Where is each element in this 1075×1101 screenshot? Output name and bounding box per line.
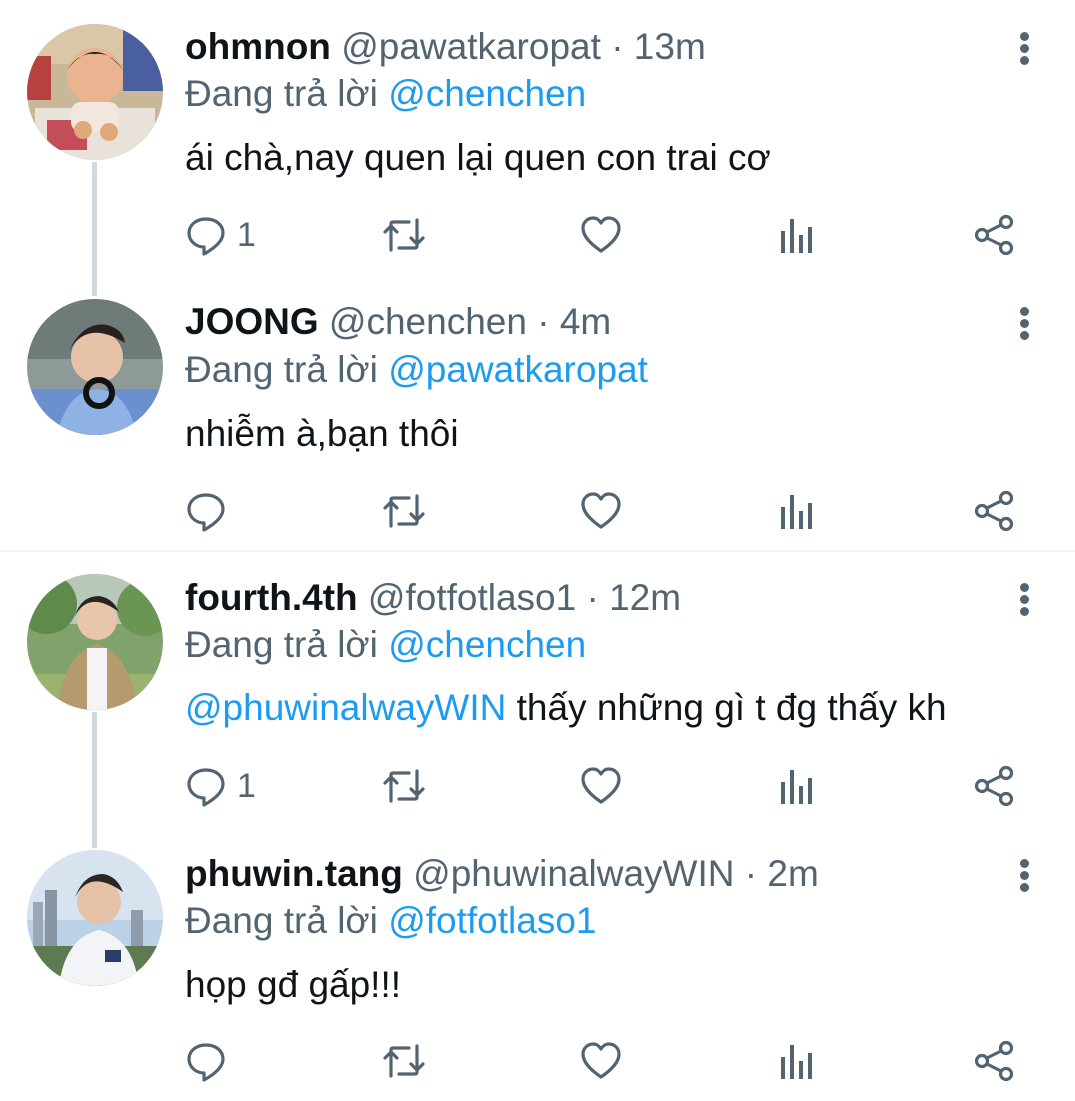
tweet-actions (185, 486, 1035, 536)
analytics-icon (781, 1045, 812, 1079)
replying-to-line: Đang trả lời @pawatkaropat (185, 348, 648, 392)
tweet-text: ái chà,nay quen lại quen con trai cơ (185, 136, 771, 180)
tweet-actions: 1 (185, 761, 1035, 811)
heart-icon (581, 767, 621, 804)
more-options-icon[interactable] (1011, 303, 1039, 343)
avatar[interactable] (27, 850, 163, 986)
tweet[interactable]: JOONG @chenchen · 4m Đang trả lời @pawat… (0, 290, 1075, 550)
share-button[interactable] (973, 210, 1015, 260)
avatar[interactable] (27, 574, 163, 710)
user-handle[interactable]: @chenchen (329, 301, 527, 342)
reply-icon (187, 217, 225, 256)
tweet-body: nhiễm à,bạn thôi (185, 413, 459, 454)
tweet-actions (185, 1036, 1035, 1086)
display-name[interactable]: ohmnon (185, 26, 331, 67)
reply-button[interactable] (185, 486, 237, 536)
heart-icon (581, 1042, 621, 1079)
separator-dot: · (744, 853, 758, 894)
tweet-header: fourth.4th @fotfotlaso1 · 12m (185, 576, 681, 620)
replying-to-mention[interactable]: @chenchen (388, 73, 586, 114)
retweet-button[interactable] (381, 761, 427, 811)
reply-icon (187, 493, 225, 532)
more-options-icon[interactable] (1011, 579, 1039, 619)
share-icon (974, 1040, 1014, 1082)
tweet[interactable]: ohmnon @pawatkaropat · 13m Đang trả lời … (0, 0, 1075, 290)
replying-to-label: Đang trả lời (185, 624, 378, 665)
reply-icon (187, 768, 225, 807)
tweet-header: phuwin.tang @phuwinalwayWIN · 2m (185, 852, 819, 896)
share-button[interactable] (973, 486, 1015, 536)
like-button[interactable] (580, 486, 622, 536)
timestamp[interactable]: 12m (609, 577, 681, 618)
separator-dot: · (537, 301, 550, 342)
timestamp[interactable]: 4m (560, 301, 611, 342)
replying-to-mention[interactable]: @fotfotlaso1 (388, 900, 596, 941)
share-button[interactable] (973, 761, 1015, 811)
user-handle[interactable]: @phuwinalwayWIN (413, 853, 734, 894)
replying-to-mention[interactable]: @chenchen (388, 624, 586, 665)
heart-icon (581, 492, 621, 529)
tweet-body: ái chà,nay quen lại quen con trai cơ (185, 137, 771, 178)
tweet-text: @phuwinalwayWIN thấy những gì t đg thấy … (185, 686, 947, 730)
share-icon (974, 490, 1014, 532)
separator-dot: · (586, 577, 599, 618)
reply-icon (187, 1043, 225, 1082)
tweet-body: họp gđ gấp!!! (185, 964, 402, 1005)
like-button[interactable] (580, 761, 622, 811)
replying-to-line: Đang trả lời @chenchen (185, 72, 586, 116)
heart-icon (581, 216, 621, 253)
analytics-icon (781, 219, 812, 253)
retweet-button[interactable] (381, 210, 427, 260)
reply-button[interactable]: 1 (185, 761, 256, 811)
replying-to-label: Đang trả lời (185, 900, 378, 941)
more-options-icon[interactable] (1011, 28, 1039, 68)
display-name[interactable]: JOONG (185, 301, 319, 342)
display-name[interactable]: fourth.4th (185, 577, 358, 618)
analytics-icon (781, 770, 812, 804)
replying-to-line: Đang trả lời @chenchen (185, 623, 586, 667)
views-button[interactable] (779, 486, 815, 536)
user-handle[interactable]: @fotfotlaso1 (368, 577, 576, 618)
replying-to-line: Đang trả lời @fotfotlaso1 (185, 899, 596, 943)
like-button[interactable] (580, 1036, 622, 1086)
analytics-icon (781, 495, 812, 529)
tweet-actions: 1 (185, 210, 1035, 260)
replying-to-label: Đang trả lời (185, 349, 378, 390)
tweet-header: ohmnon @pawatkaropat · 13m (185, 25, 706, 69)
display-name[interactable]: phuwin.tang (185, 853, 403, 894)
share-icon (974, 765, 1014, 807)
views-button[interactable] (779, 1036, 815, 1086)
tweet[interactable]: fourth.4th @fotfotlaso1 · 12m Đang trả l… (0, 552, 1075, 842)
user-handle[interactable]: @pawatkaropat (341, 26, 601, 67)
tweet-mention[interactable]: @phuwinalwayWIN (185, 687, 506, 728)
share-button[interactable] (973, 1036, 1015, 1086)
separator-dot: · (611, 26, 624, 67)
timestamp[interactable]: 13m (634, 26, 706, 67)
reply-button[interactable] (185, 1036, 237, 1086)
avatar[interactable] (27, 299, 163, 435)
reply-count: 1 (237, 766, 256, 805)
tweet-text: nhiễm à,bạn thôi (185, 412, 459, 456)
retweet-icon (383, 494, 425, 528)
share-icon (974, 214, 1014, 256)
like-button[interactable] (580, 210, 622, 260)
retweet-icon (383, 769, 425, 803)
tweet-body: thấy những gì t đg thấy kh (516, 687, 947, 728)
retweet-icon (383, 218, 425, 252)
retweet-button[interactable] (381, 486, 427, 536)
views-button[interactable] (779, 761, 815, 811)
timestamp[interactable]: 2m (767, 853, 818, 894)
reply-button[interactable]: 1 (185, 210, 256, 260)
retweet-icon (383, 1044, 425, 1078)
reply-count: 1 (237, 215, 256, 254)
tweet-text: họp gđ gấp!!! (185, 963, 401, 1007)
replying-to-label: Đang trả lời (185, 73, 378, 114)
replying-to-mention[interactable]: @pawatkaropat (388, 349, 648, 390)
tweet[interactable]: phuwin.tang @phuwinalwayWIN · 2m Đang tr… (0, 842, 1075, 1101)
more-options-icon[interactable] (1011, 855, 1039, 895)
views-button[interactable] (779, 210, 815, 260)
avatar[interactable] (27, 24, 163, 160)
tweet-header: JOONG @chenchen · 4m (185, 300, 611, 344)
retweet-button[interactable] (381, 1036, 427, 1086)
